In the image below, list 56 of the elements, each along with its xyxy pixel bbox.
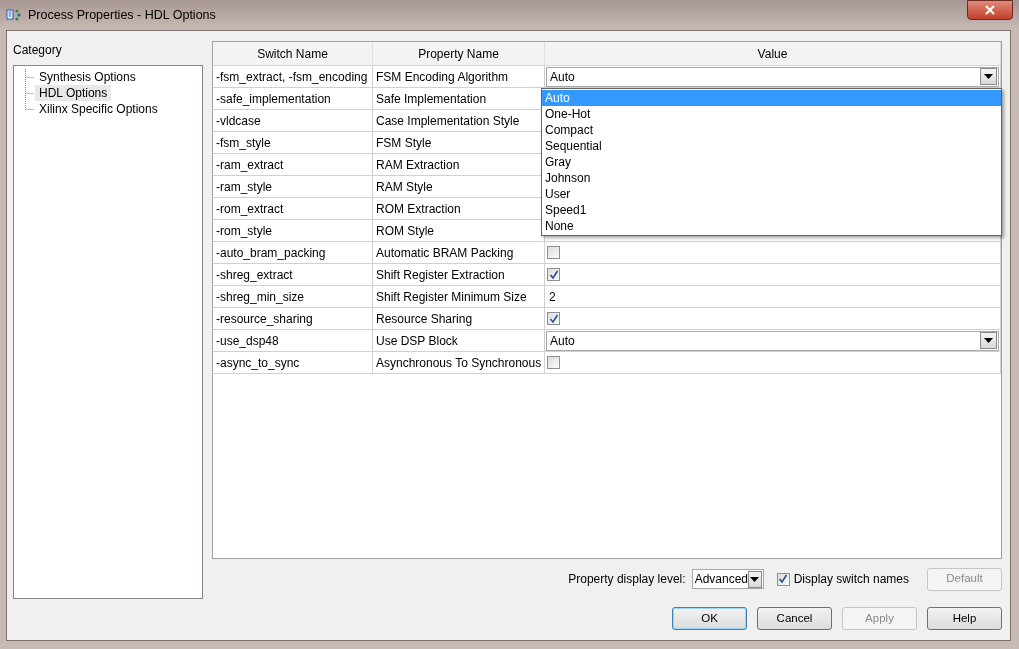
value-dropdown[interactable]: Auto — [546, 330, 999, 351]
table-cell: -resource_sharing — [213, 308, 373, 330]
table-cell[interactable]: 2 — [545, 286, 1001, 308]
table-cell: -ram_style — [213, 176, 373, 198]
table-cell: Shift Register Minimum Size — [373, 286, 545, 308]
table-cell: -rom_extract — [213, 198, 373, 220]
dropdown-option[interactable]: Gray — [542, 154, 1001, 170]
dropdown-option[interactable]: Compact — [542, 122, 1001, 138]
column-header[interactable]: Property Name — [373, 42, 545, 66]
checkbox[interactable] — [776, 572, 790, 586]
checkbox[interactable] — [547, 356, 560, 369]
level-dropdown[interactable]: Advanced — [691, 569, 764, 589]
level-label: Property display level: — [568, 571, 686, 588]
table-cell: Resource Sharing — [373, 308, 545, 330]
checkbox-label: Display switch names — [793, 571, 909, 588]
window-title: Process Properties - HDL Options — [28, 6, 216, 24]
dropdown-option[interactable]: Sequential — [542, 138, 1001, 154]
table-cell: -fsm_style — [213, 132, 373, 154]
table-cell: Shift Register Extraction — [373, 264, 545, 286]
column-header[interactable]: Switch Name — [213, 42, 373, 66]
dialog-button[interactable]: Cancel — [757, 607, 832, 630]
checkbox[interactable] — [547, 246, 560, 259]
column-header[interactable]: Value — [545, 42, 1001, 66]
checkbox[interactable] — [547, 312, 560, 325]
tree-item[interactable]: Synthesis Options — [35, 69, 140, 85]
dialog-button[interactable]: OK — [672, 607, 747, 630]
checkbox[interactable] — [547, 268, 560, 281]
table-cell: Use DSP Block — [373, 330, 545, 352]
table-cell: Asynchronous To Synchronous — [373, 352, 545, 374]
table-cell: -vldcase — [213, 110, 373, 132]
table-cell: -auto_bram_packing — [213, 242, 373, 264]
close-icon — [985, 5, 995, 15]
dropdown-option[interactable]: One-Hot — [542, 106, 1001, 122]
table-cell: -fsm_extract, -fsm_encoding — [213, 66, 373, 88]
table-cell: Automatic BRAM Packing — [373, 242, 545, 264]
dropdown-option[interactable]: User — [542, 186, 1001, 202]
app-icon — [6, 8, 22, 22]
table-cell: -rom_style — [213, 220, 373, 242]
tree-item[interactable]: Xilinx Specific Options — [35, 101, 162, 117]
tree-item[interactable]: HDL Options — [35, 85, 112, 101]
table-cell: FSM Encoding Algorithm — [373, 66, 545, 88]
table-cell: -ram_extract — [213, 154, 373, 176]
dialog-button[interactable]: Help — [927, 607, 1002, 630]
dropdown-option[interactable]: Speed1 — [542, 202, 1001, 218]
table-cell: -async_to_sync — [213, 352, 373, 374]
value-dropdown[interactable]: Auto — [546, 66, 999, 87]
dropdown-option[interactable]: None — [542, 218, 1001, 234]
category-label: Category — [13, 42, 63, 59]
dropdown-option[interactable]: Johnson — [542, 170, 1001, 186]
close-button[interactable] — [967, 0, 1013, 20]
tree-connector-line — [25, 69, 34, 85]
dropdown-list[interactable]: Auto One-Hot Compact Sequential Gray Johnson User Speed1 None — [541, 88, 1002, 236]
table-cell: -shreg_min_size — [213, 286, 373, 308]
table-cell: -use_dsp48 — [213, 330, 373, 352]
table-cell: -safe_implementation — [213, 88, 373, 110]
table-cell: -shreg_extract — [213, 264, 373, 286]
